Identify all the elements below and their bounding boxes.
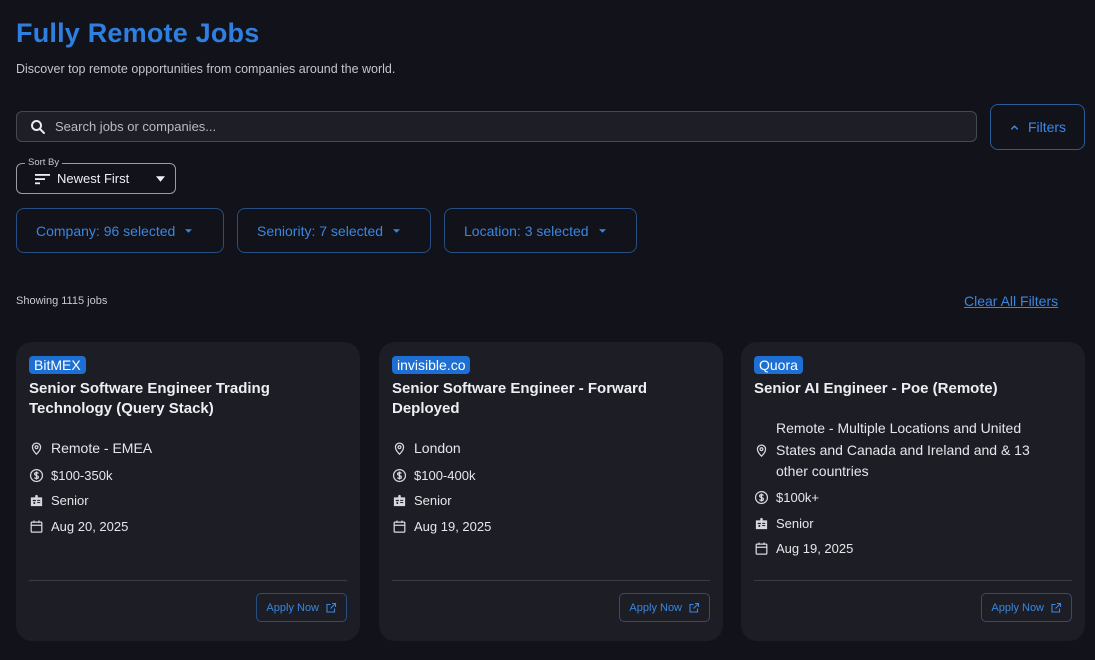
- seniority-filter-label: Seniority: 7 selected: [257, 222, 384, 239]
- sort-icon: [35, 173, 50, 184]
- job-seniority: Senior: [754, 513, 814, 535]
- dollar-icon: [392, 469, 407, 483]
- apply-now-label: Apply Now: [629, 601, 682, 614]
- caret-down-icon: [393, 228, 401, 233]
- seniority-filter-chip[interactable]: Seniority: 7 selected: [237, 208, 431, 253]
- apply-now-label: Apply Now: [991, 601, 1044, 614]
- card-divider: [754, 580, 1072, 581]
- company-badge: Quora: [754, 356, 803, 374]
- job-location-text: Remote - EMEA: [51, 440, 153, 456]
- location-pin-icon: [394, 442, 405, 456]
- calendar-icon: [755, 542, 768, 555]
- apply-now-button[interactable]: Apply Now: [981, 593, 1072, 622]
- page-title: Fully Remote Jobs: [16, 18, 260, 48]
- external-link-icon: [326, 602, 337, 613]
- job-seniority-text: Senior: [51, 493, 89, 508]
- job-location-text: Remote - Multiple Locations and United S…: [776, 420, 1030, 479]
- sort-value: Newest First: [57, 171, 130, 186]
- company-badge: invisible.co: [392, 356, 471, 374]
- apply-now-label: Apply Now: [266, 601, 319, 614]
- job-location-text: London: [414, 440, 461, 456]
- chevron-up-icon: [1010, 124, 1018, 130]
- job-salary: $100-400k: [392, 465, 475, 487]
- job-location: London: [392, 438, 461, 460]
- job-board-page: Fully Remote Jobs Discover top remote op…: [0, 0, 1095, 660]
- sort-select[interactable]: Sort By Newest First: [16, 157, 176, 194]
- company-filter-chip[interactable]: Company: 96 selected: [16, 208, 224, 253]
- id-badge-icon: [755, 518, 768, 530]
- job-title[interactable]: Senior AI Engineer - Poe (Remote): [754, 379, 1054, 399]
- calendar-icon: [30, 520, 43, 533]
- results-count: Showing 1115 jobs: [16, 295, 108, 307]
- external-link-icon: [689, 602, 700, 613]
- job-seniority: Senior: [29, 490, 89, 512]
- apply-now-button[interactable]: Apply Now: [619, 593, 710, 622]
- job-title[interactable]: Senior Software Engineer - Forward Deplo…: [392, 379, 692, 419]
- sort-label: Sort By: [25, 157, 63, 168]
- job-salary-text: $100k+: [776, 490, 820, 505]
- job-salary-text: $100-400k: [414, 468, 476, 483]
- card-divider: [392, 580, 710, 581]
- job-date-text: Aug 20, 2025: [51, 519, 129, 534]
- job-seniority-text: Senior: [776, 516, 814, 531]
- caret-down-icon: [185, 228, 193, 233]
- calendar-icon: [393, 520, 406, 533]
- job-salary: $100-350k: [29, 465, 112, 487]
- caret-down-icon: [598, 228, 606, 233]
- filters-button[interactable]: Filters: [990, 104, 1085, 150]
- job-seniority: Senior: [392, 490, 452, 512]
- apply-now-button[interactable]: Apply Now: [256, 593, 347, 622]
- job-date-text: Aug 19, 2025: [414, 519, 492, 534]
- filters-button-label: Filters: [1027, 119, 1067, 135]
- search-bar[interactable]: [16, 111, 977, 142]
- location-pin-icon: [31, 442, 42, 456]
- job-salary-text: $100-350k: [51, 468, 113, 483]
- job-date-text: Aug 19, 2025: [776, 541, 854, 556]
- location-filter-label: Location: 3 selected: [464, 222, 589, 239]
- search-input[interactable]: [55, 119, 976, 134]
- page-subtitle: Discover top remote opportunities from c…: [16, 62, 396, 76]
- search-icon: [31, 119, 45, 134]
- job-location: Remote - EMEA: [29, 438, 152, 460]
- job-date: Aug 20, 2025: [29, 516, 128, 538]
- job-location: Remote - Multiple Locations and United S…: [754, 418, 1051, 483]
- caret-down-icon: [156, 176, 165, 182]
- job-salary: $100k+: [754, 487, 819, 509]
- job-card[interactable]: invisible.co Senior Software Engineer - …: [379, 342, 723, 641]
- dollar-icon: [754, 491, 769, 505]
- external-link-icon: [1051, 602, 1062, 613]
- location-pin-icon: [756, 444, 767, 457]
- id-badge-icon: [393, 495, 406, 507]
- job-title[interactable]: Senior Software Engineer Trading Technol…: [29, 379, 329, 419]
- job-card[interactable]: Quora Senior AI Engineer - Poe (Remote) …: [741, 342, 1085, 641]
- location-filter-chip[interactable]: Location: 3 selected: [444, 208, 637, 253]
- job-seniority-text: Senior: [414, 493, 452, 508]
- id-badge-icon: [30, 495, 43, 507]
- job-card[interactable]: BitMEX Senior Software Engineer Trading …: [16, 342, 360, 641]
- card-divider: [29, 580, 347, 581]
- dollar-icon: [29, 469, 44, 483]
- job-date: Aug 19, 2025: [392, 516, 491, 538]
- clear-filters-link[interactable]: Clear All Filters: [964, 293, 1058, 309]
- job-date: Aug 19, 2025: [754, 538, 853, 560]
- company-filter-label: Company: 96 selected: [36, 222, 176, 239]
- company-badge: BitMEX: [29, 356, 86, 374]
